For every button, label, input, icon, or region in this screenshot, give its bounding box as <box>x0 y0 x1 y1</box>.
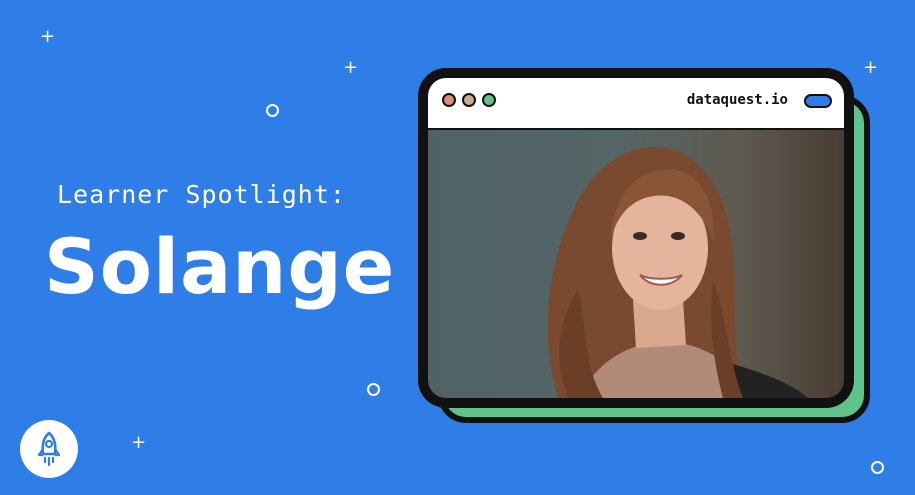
dataquest-logo <box>20 420 78 478</box>
sparkle-plus-icon: + <box>343 57 359 78</box>
sparkle-plus-icon: + <box>40 26 56 47</box>
sparkle-plus-icon: + <box>863 57 879 78</box>
browser-titlebar: dataquest.io <box>428 78 844 128</box>
browser-url: dataquest.io <box>686 92 788 108</box>
rocket-icon <box>37 431 61 467</box>
window-close-dot-icon <box>442 93 456 107</box>
portrait-photo <box>428 130 844 398</box>
sparkle-plus-icon: + <box>131 432 147 453</box>
browser-window: dataquest.io <box>418 68 854 408</box>
sparkle-circle-icon <box>367 383 380 396</box>
portrait-illustration <box>547 147 808 398</box>
window-maximize-dot-icon <box>482 93 496 107</box>
learner-name: Solange <box>44 222 396 311</box>
sparkle-circle-icon <box>871 461 884 474</box>
window-minimize-dot-icon <box>462 93 476 107</box>
spotlight-subtitle: Learner Spotlight: <box>57 180 346 209</box>
sparkle-circle-icon <box>266 104 279 117</box>
toggle-pill-icon <box>804 94 832 108</box>
